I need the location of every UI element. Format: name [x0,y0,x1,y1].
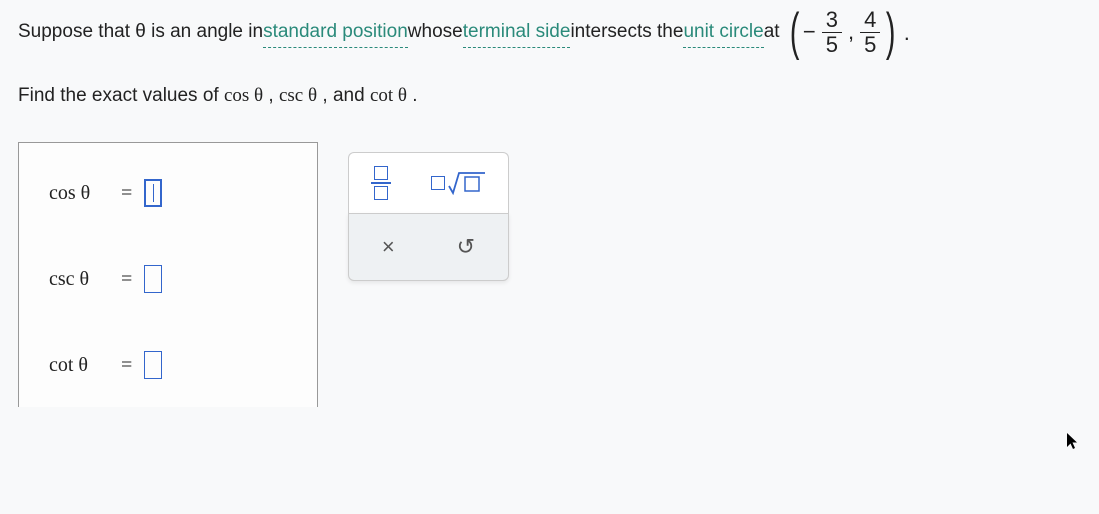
coordinate-point: ( − 3 5 , 4 5 ) [786,8,900,57]
equals-sign: = [121,354,132,377]
term-terminal-side[interactable]: terminal side [463,17,571,48]
fraction-icon-bottom [374,186,388,200]
paren-left: ( [789,12,799,54]
comma: , [848,14,854,49]
fraction-x: 3 5 [822,8,842,57]
minus-sign: − [803,14,816,49]
label-csc: csc θ [49,268,109,291]
separator: , [268,85,279,106]
find-instruction: Find the exact values of cos θ , csc θ ,… [18,85,1081,107]
sqrt-coef-box [431,176,445,190]
equals-sign: = [121,268,132,291]
close-icon: × [382,234,395,259]
cursor-icon [1065,431,1081,456]
func-csc: csc θ [279,85,317,106]
label-cos: cos θ [49,182,109,205]
answer-row-cos: cos θ = [49,179,287,207]
func-cot: cot θ [370,85,407,106]
sqrt-icon [448,171,486,195]
close-button[interactable]: × [374,230,403,264]
fraction-icon-top [374,166,388,180]
fraction-y: 4 5 [860,8,880,57]
denominator: 5 [822,32,842,57]
tool-sqrt-button[interactable] [431,171,486,195]
math-toolbox: × ↺ [348,152,509,281]
separator: , and [322,85,370,106]
fraction-icon-bar [371,182,391,184]
tool-fraction-button[interactable] [371,165,391,201]
statement-text: Suppose that θ is an angle in [18,17,263,47]
undo-icon: ↺ [457,234,475,259]
find-suffix: . [412,85,417,106]
answer-panel: cos θ = csc θ = cot θ = [18,142,318,407]
numerator: 3 [822,8,842,32]
paren-right: ) [886,12,896,54]
toolbox-actions-row: × ↺ [348,213,509,281]
undo-button[interactable]: ↺ [449,230,483,264]
label-cot: cot θ [49,354,109,377]
input-csc[interactable] [144,265,162,293]
numerator: 4 [860,8,880,32]
statement-text: at [764,17,780,47]
period: . [904,15,910,50]
statement-text: whose [408,17,463,47]
toolbox-tools-row [348,152,509,213]
equals-sign: = [121,182,132,205]
input-cot[interactable] [144,351,162,379]
term-standard-position[interactable]: standard position [263,17,408,48]
func-cos: cos θ [224,85,263,106]
input-cos[interactable] [144,179,162,207]
term-unit-circle[interactable]: unit circle [683,17,763,48]
problem-statement: Suppose that θ is an angle in standard p… [18,8,1081,57]
answer-row-csc: csc θ = [49,265,287,293]
denominator: 5 [860,32,880,57]
answer-row-cot: cot θ = [49,351,287,379]
find-prefix: Find the exact values of [18,85,224,106]
statement-text: intersects the [570,17,683,47]
